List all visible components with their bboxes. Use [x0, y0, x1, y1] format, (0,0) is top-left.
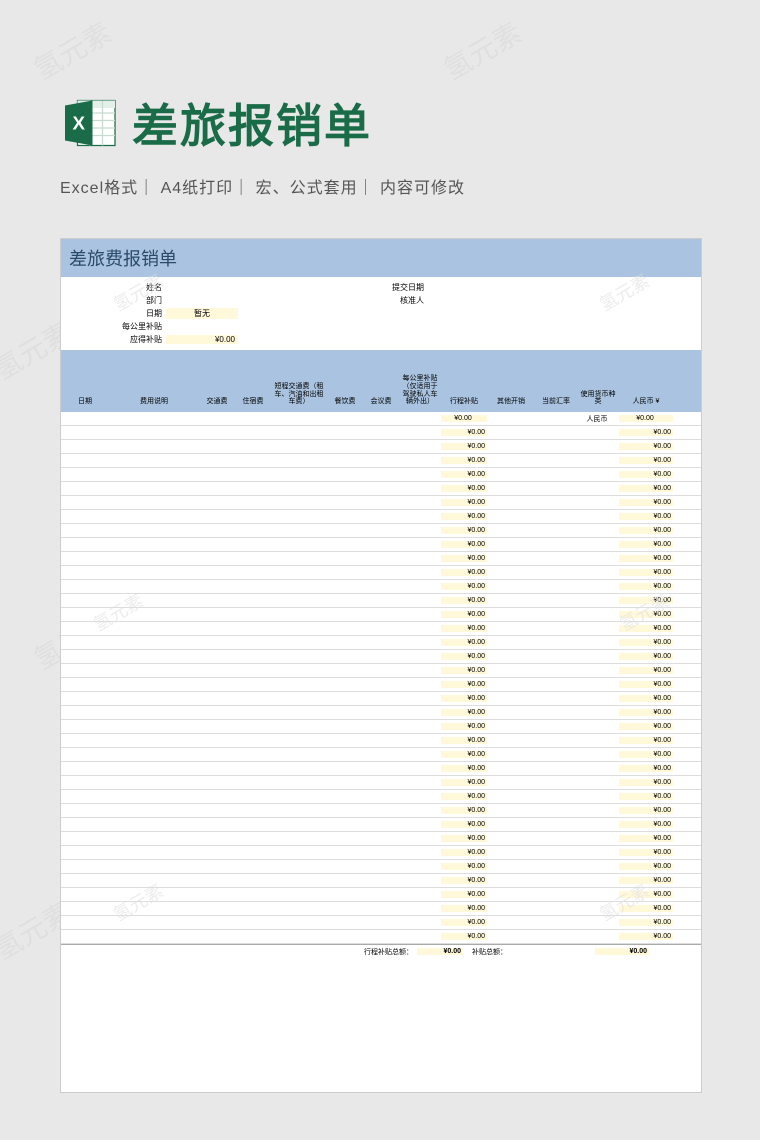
table-row: ¥0.00¥0.00 [61, 636, 701, 650]
allow-total-label: 补贴总额： [463, 947, 511, 957]
table-row: ¥0.00¥0.00 [61, 846, 701, 860]
col-trip-allow: 行程补贴 [441, 396, 487, 412]
table-row: ¥0.00¥0.00 [61, 594, 701, 608]
col-date: 日期 [61, 396, 109, 412]
table-row: ¥0.00¥0.00 [61, 608, 701, 622]
label-reimbursable: 应得补贴 [61, 334, 166, 345]
table-row: ¥0.00¥0.00 [61, 706, 701, 720]
table-row: ¥0.00¥0.00 [61, 622, 701, 636]
col-transport: 交通费 [199, 396, 235, 412]
table-row: ¥0.00¥0.00 [61, 734, 701, 748]
table-row: ¥0.00¥0.00 [61, 776, 701, 790]
table-row: ¥0.00¥0.00 [61, 930, 701, 944]
table-body: ¥0.00人民币¥0.00¥0.00¥0.00¥0.00¥0.00¥0.00¥0… [61, 412, 701, 944]
currency-row: ¥0.00人民币¥0.00 [61, 412, 701, 426]
col-currency: 使用货币种类 [577, 389, 619, 412]
col-desc: 费用说明 [109, 396, 199, 412]
table-row: ¥0.00¥0.00 [61, 510, 701, 524]
trip-total-label: 行程补贴总额： [61, 947, 417, 957]
table-row: ¥0.00¥0.00 [61, 888, 701, 902]
value-reimbursable: ¥0.00 [166, 335, 238, 344]
col-short-trip: 短程交通费（租车、汽油和出租车费） [271, 381, 327, 412]
table-row: ¥0.00¥0.00 [61, 678, 701, 692]
col-meal: 餐饮费 [327, 396, 363, 412]
page-title: 差旅报销单 [132, 90, 372, 156]
col-hotel: 住宿费 [235, 396, 271, 412]
value-date: 暂无 [166, 308, 238, 319]
col-rate: 当前汇率 [535, 396, 577, 412]
table-row: ¥0.00¥0.00 [61, 818, 701, 832]
table-row: ¥0.00¥0.00 [61, 538, 701, 552]
table-row: ¥0.00¥0.00 [61, 762, 701, 776]
table-row: ¥0.00¥0.00 [61, 720, 701, 734]
table-row: ¥0.00¥0.00 [61, 902, 701, 916]
page-subtitle: Excel格式｜ A4纸打印｜ 宏、公式套用｜ 内容可修改 [60, 174, 700, 198]
form-title-bar: 差旅费报销单 [61, 239, 701, 277]
total-row: 行程补贴总额： ¥0.00 补贴总额： ¥0.00 [61, 944, 701, 958]
info-section: 姓名 提交日期 部门 核准人 日期 暂无 每公里补贴 应得补贴 ¥0.00 [61, 277, 701, 350]
table-row: ¥0.00¥0.00 [61, 440, 701, 454]
col-rmb: 人民币 ¥ [619, 396, 673, 412]
col-other: 其他开销 [487, 396, 535, 412]
rmb-total-value: ¥0.00 [595, 948, 649, 955]
table-row: ¥0.00¥0.00 [61, 874, 701, 888]
template-preview: 氢元素 氢元素 氢元素 氢元素 氢元素 氢元素 差旅费报销单 姓名 提交日期 部… [60, 238, 702, 1093]
label-submit-date: 提交日期 [278, 282, 428, 293]
table-header-row: 日期 费用说明 交通费 住宿费 短程交通费（租车、汽油和出租车费） 餐饮费 会议… [61, 350, 701, 412]
table-row: ¥0.00¥0.00 [61, 804, 701, 818]
table-row: ¥0.00¥0.00 [61, 832, 701, 846]
svg-text:X: X [72, 112, 85, 133]
form-title: 差旅费报销单 [69, 245, 693, 271]
table-row: ¥0.00¥0.00 [61, 650, 701, 664]
table-row: ¥0.00¥0.00 [61, 454, 701, 468]
label-date: 日期 [61, 308, 166, 319]
table-row: ¥0.00¥0.00 [61, 468, 701, 482]
table-row: ¥0.00¥0.00 [61, 790, 701, 804]
table-row: ¥0.00¥0.00 [61, 524, 701, 538]
table-row: ¥0.00¥0.00 [61, 496, 701, 510]
table-row: ¥0.00¥0.00 [61, 426, 701, 440]
table-row: ¥0.00¥0.00 [61, 692, 701, 706]
table-row: ¥0.00¥0.00 [61, 860, 701, 874]
table-row: ¥0.00¥0.00 [61, 552, 701, 566]
table-row: ¥0.00¥0.00 [61, 664, 701, 678]
table-row: ¥0.00¥0.00 [61, 748, 701, 762]
table-row: ¥0.00¥0.00 [61, 566, 701, 580]
label-approver: 核准人 [278, 295, 428, 306]
trip-total-value: ¥0.00 [417, 948, 463, 955]
label-dept: 部门 [61, 295, 166, 306]
table-row: ¥0.00¥0.00 [61, 482, 701, 496]
label-km-allowance: 每公里补贴 [61, 321, 166, 332]
excel-icon: X [60, 93, 120, 153]
table-row: ¥0.00¥0.00 [61, 916, 701, 930]
col-meeting: 会议费 [363, 396, 399, 412]
table-row: ¥0.00¥0.00 [61, 580, 701, 594]
label-name: 姓名 [61, 282, 166, 293]
col-km-allow: 每公里补贴（仅适用于驾驶私人车辆外出） [399, 373, 441, 412]
page-header: X 差旅报销单 Excel格式｜ A4纸打印｜ 宏、公式套用｜ 内容可修改 [0, 0, 760, 218]
